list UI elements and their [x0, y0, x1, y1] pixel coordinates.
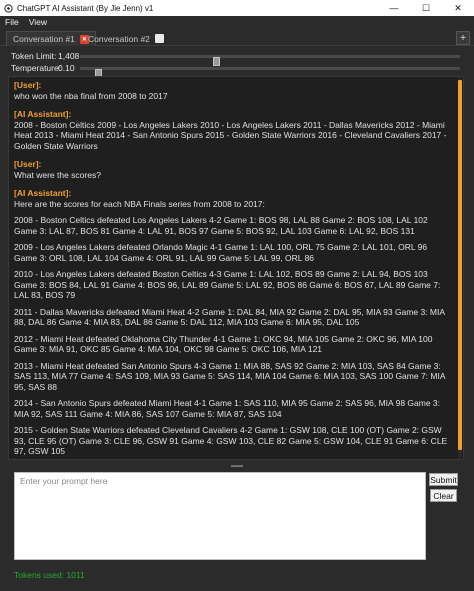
submit-button[interactable]: Submit [429, 473, 458, 486]
chat-display[interactable]: [User]: who won the nba final from 2008 t… [8, 76, 464, 460]
message-text: 2012 - Miami Heat defeated Oklahoma City… [14, 333, 433, 355]
temperature-slider[interactable] [80, 67, 460, 78]
token-limit-label: Token Limit: [11, 51, 57, 61]
clear-button[interactable]: Clear [430, 489, 457, 502]
tab-conversation-2[interactable]: Conversation #2 [82, 31, 170, 46]
message-text: 2011 - Dallas Mavericks defeated Miami H… [14, 306, 445, 328]
menu-bar: File View [0, 16, 474, 28]
chat-message: [User]: What were the scores? [14, 159, 452, 180]
token-limit-row: Token Limit: 1,408 [0, 50, 474, 66]
tab-label: Conversation #2 [88, 33, 150, 44]
chat-scrollbar[interactable] [458, 78, 462, 458]
message-text: who won the nba final from 2008 to 2017 [14, 90, 168, 101]
tab-label: Conversation #1 [13, 34, 75, 44]
temperature-label: Temperature: [11, 63, 62, 73]
chat-scroll-thumb[interactable] [458, 80, 462, 450]
message-text: 2013 - Miami Heat defeated San Antonio S… [14, 360, 446, 392]
prompt-input[interactable] [14, 472, 426, 560]
chat-message: [User]: who won the nba final from 2008 t… [14, 80, 452, 101]
maximize-button[interactable]: ☐ [410, 0, 442, 16]
temperature-row: Temperature: 0.10 [0, 62, 474, 78]
title-bar: ChatGPT AI Assistant (By Jie Jenn) v1 — … [0, 0, 474, 16]
app-icon [4, 3, 13, 13]
splitter-handle[interactable]: ▬▬ [0, 463, 474, 469]
close-tab-icon[interactable] [154, 34, 164, 43]
message-text: 2008 - Boston Celtics 2009 - Los Angeles… [14, 119, 447, 151]
message-text: 2010 - Los Angeles Lakers defeated Bosto… [14, 269, 441, 300]
message-speaker: [AI Assistant]: [14, 188, 72, 198]
message-text: 2009 - Los Angeles Lakers defeated Orlan… [14, 242, 428, 263]
tab-bar: Conversation #1 ✕ Conversation #2 [0, 29, 474, 46]
menu-file[interactable]: File [0, 17, 24, 27]
window-title: ChatGPT AI Assistant (By Jie Jenn) v1 [17, 3, 154, 13]
message-text: 2015 - Golden State Warriors defeated Cl… [14, 425, 448, 456]
close-button[interactable]: ✕ [442, 0, 474, 16]
chat-message: [AI Assistant]: Here are the scores for e… [14, 188, 452, 459]
message-speaker: [User]: [14, 159, 42, 169]
message-text: 2014 - San Antonio Spurs defeated Miami … [14, 398, 441, 419]
token-limit-slider[interactable] [80, 55, 460, 66]
chat-transcript: [User]: who won the nba final from 2008 t… [14, 80, 452, 459]
temperature-value: 0.10 [58, 63, 75, 73]
add-tab-button[interactable]: + [456, 31, 470, 45]
token-limit-value: 1,408 [58, 51, 80, 61]
message-text: What were the scores? [14, 169, 101, 180]
message-speaker: [User]: [14, 80, 42, 90]
minimize-button[interactable]: — [378, 0, 410, 16]
menu-view[interactable]: View [24, 17, 52, 27]
tokens-used-status: Tokens used: 1011 [14, 570, 85, 580]
message-speaker: [AI Assistant]: [14, 109, 72, 119]
message-text: 2008 - Boston Celtics defeated Los Angel… [14, 215, 428, 236]
message-text: Here are the scores for each NBA Finals … [14, 198, 265, 209]
chat-message: [AI Assistant]: 2008 - Boston Celtics 200… [14, 109, 452, 151]
